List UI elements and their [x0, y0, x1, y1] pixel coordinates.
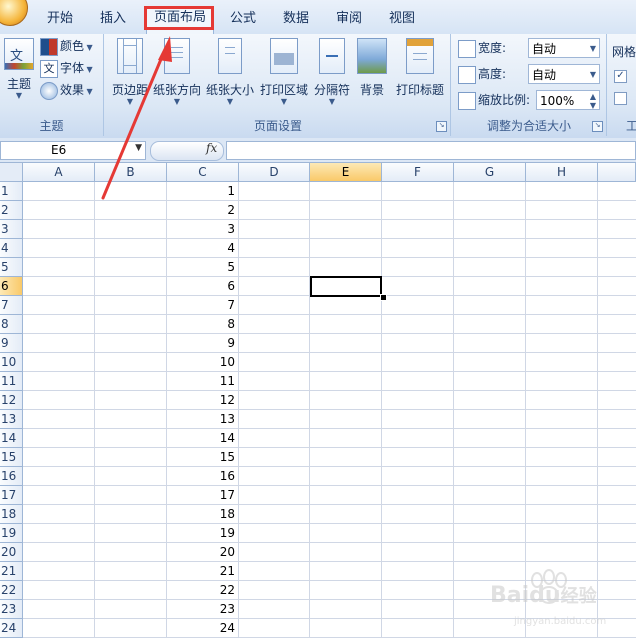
active-tab-highlight [144, 6, 214, 30]
baidu-jingyan-watermark: Baidu经验 jingyan.baidu.com [484, 568, 634, 634]
annotation-arrow-icon [101, 36, 172, 200]
watermark-url: jingyan.baidu.com [514, 616, 607, 627]
watermark-text: 经验 [560, 586, 597, 607]
watermark-brand: Baidu [490, 583, 561, 608]
